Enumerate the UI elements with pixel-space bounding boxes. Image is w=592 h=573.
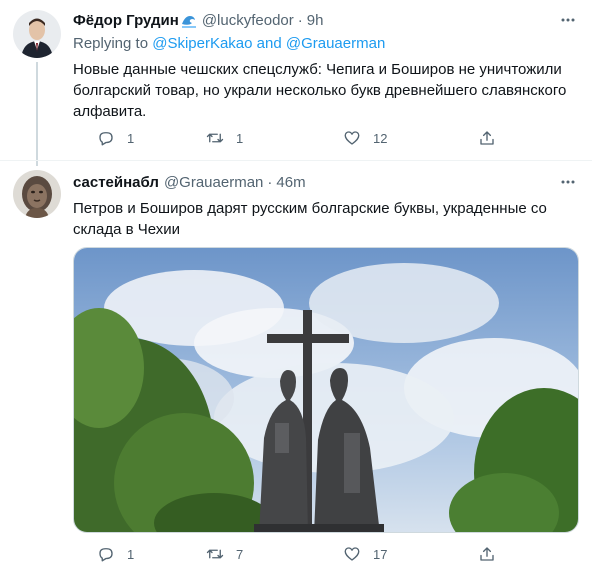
tweet-text: Новые данные чешских спецслужб: Чепига и…	[73, 61, 567, 120]
heart-icon	[344, 547, 360, 561]
monument-photo	[74, 248, 578, 532]
replying-prefix: Replying to	[73, 35, 149, 52]
tweet-header: састейнабл @Grauaerman · 46m	[73, 172, 578, 192]
retweet-button[interactable]: 1	[206, 128, 243, 148]
tweet-1[interactable]: Фёдор Грудин @luckyfeodor · 9h Replying …	[0, 0, 592, 166]
reply-button[interactable]: 1	[97, 544, 134, 564]
more-options-icon[interactable]	[558, 172, 578, 192]
reply-button[interactable]: 1	[97, 128, 134, 148]
tweet-header: Фёдор Грудин @luckyfeodor · 9h	[73, 10, 578, 30]
share-icon	[480, 547, 494, 561]
share-button[interactable]	[478, 544, 496, 564]
retweet-count: 7	[236, 546, 244, 562]
tweet-media-photo[interactable]	[73, 247, 579, 533]
avatar[interactable]	[13, 10, 61, 58]
avatar-photo	[13, 170, 61, 218]
separator-dot: ·	[297, 11, 303, 29]
avatar[interactable]	[13, 170, 61, 218]
handle[interactable]: @luckyfeodor	[202, 12, 294, 29]
retweet-count: 1	[236, 130, 244, 146]
reply-count: 1	[127, 546, 135, 562]
thread-line	[36, 62, 38, 166]
avatar-photo	[13, 10, 61, 58]
like-button[interactable]: 12	[343, 128, 387, 148]
replying-to: Replying to @SkiperKakao and @Grauaerman	[73, 35, 578, 55]
like-count: 17	[373, 546, 388, 562]
timestamp[interactable]: 9h	[307, 12, 324, 29]
reply-count: 1	[127, 130, 135, 146]
retweet-icon	[206, 133, 224, 143]
separator-dot: ·	[267, 173, 273, 191]
more-options-icon[interactable]	[558, 10, 578, 30]
tweet-actions: 1 1 12	[73, 128, 503, 148]
display-name[interactable]: састейнабл	[73, 174, 159, 191]
handle[interactable]: @Grauaerman	[164, 174, 263, 191]
tweet-divider	[0, 160, 592, 161]
wave-icon	[181, 12, 197, 28]
tweet-text: Петров и Боширов дарят русским болгарски…	[73, 200, 547, 238]
tweet-actions: 1 7 17	[73, 544, 503, 564]
reply-icon	[99, 548, 113, 562]
retweet-button[interactable]: 7	[206, 544, 243, 564]
display-name[interactable]: Фёдор Грудин	[73, 12, 179, 29]
heart-icon	[344, 131, 360, 145]
timestamp[interactable]: 46m	[276, 174, 305, 191]
like-count: 12	[373, 130, 388, 146]
replying-to-links[interactable]: @SkiperKakao and @Grauaerman	[152, 35, 385, 52]
like-button[interactable]: 17	[343, 544, 387, 564]
retweet-icon	[206, 549, 224, 559]
tweet-2[interactable]: састейнабл @Grauaerman · 46m Петров и Бо…	[0, 162, 592, 573]
share-button[interactable]	[478, 128, 496, 148]
share-icon	[480, 131, 494, 145]
reply-icon	[99, 132, 113, 146]
